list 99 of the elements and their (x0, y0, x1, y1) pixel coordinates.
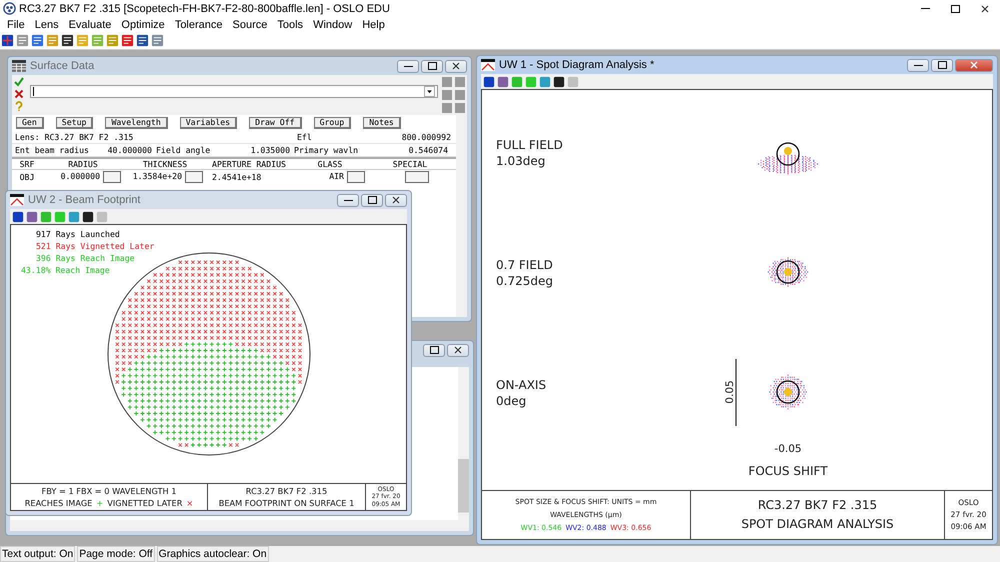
footer-text: FBY = 1 FBX = 0 WAVELENGTH 1 (42, 485, 176, 497)
window-title: RC3.27 BK7 F2 .315 [Scopetech-FH-BK7-F2-80-800baffle.len] - OSLO EDU (19, 2, 390, 14)
menu-item[interactable]: Optimize (116, 18, 170, 30)
efl-label: Efl (297, 132, 312, 142)
field-label: FULL FIELD (496, 138, 563, 152)
column-header: THICKNESS (142, 159, 188, 169)
table-cell: 0.000000 (60, 171, 100, 183)
restore-button[interactable] (421, 60, 443, 72)
table-icon (12, 60, 26, 72)
ray-statistic: 43.18% Reach Image (21, 265, 110, 275)
field-angle: 1.03deg (496, 154, 546, 168)
toolbar-button[interactable]: Group (314, 117, 352, 129)
spot-diagram-drawing (758, 142, 818, 174)
menu-item[interactable]: Source (228, 18, 272, 30)
cell-button[interactable] (347, 171, 365, 183)
close-button[interactable] (385, 194, 407, 206)
cell-button[interactable] (405, 171, 429, 183)
ray-statistic: 396 Rays Reach Image (36, 253, 135, 263)
close-icon (452, 62, 460, 70)
window-title: UW 2 - Beam Footprint (28, 194, 140, 206)
close-icon (981, 4, 989, 12)
close-button[interactable] (445, 60, 467, 72)
field-value: 40.000000 (108, 145, 152, 155)
footer-text: RC3.27 BK7 F2 .315 (758, 497, 878, 514)
field-value: 1.035000 (250, 145, 290, 155)
column-header: SPECIAL (392, 159, 428, 169)
column-header: GLASS (316, 159, 344, 169)
legend-marker: + (96, 497, 104, 509)
legend-label: REACHES IMAGE (24, 497, 92, 509)
close-button[interactable] (955, 58, 993, 72)
lens-name: Lens: RC3.27 BK7 F2 .315 (14, 132, 134, 142)
scrollbar[interactable] (458, 367, 469, 520)
field-angle: 0deg (496, 394, 526, 408)
toolbar-button[interactable]: Variables (180, 117, 238, 129)
cell-button[interactable] (185, 171, 203, 183)
toolbar-button[interactable]: Notes (363, 117, 401, 129)
table-cell: AIR (329, 171, 344, 183)
scale-bar (735, 359, 737, 426)
toolbar-button[interactable]: Wavelength (105, 117, 168, 129)
app-icon (3, 2, 16, 15)
ray-statistic: 521 Rays Vignetted Later (36, 241, 154, 251)
minimize-button[interactable] (337, 194, 359, 206)
menu-item[interactable]: Evaluate (64, 18, 116, 30)
close-icon (454, 346, 462, 354)
table-cell: 2.4541e+18 (212, 172, 262, 182)
graph-window-icon (481, 59, 495, 71)
graph-window-icon (10, 194, 24, 206)
toolbar-button[interactable]: Setup (56, 117, 94, 129)
close-icon (392, 196, 400, 204)
spot-diagram-drawing (769, 374, 807, 410)
axis-label: FOCUS SHIFT (748, 464, 828, 478)
spot-diagram-drawing (768, 257, 808, 287)
column-header: SRF (18, 159, 36, 169)
legend-label: VIGNETTED LATER (107, 497, 182, 509)
field-label: ON-AXIS (496, 378, 546, 392)
close-icon (970, 61, 978, 69)
checkmark-icon[interactable] (14, 77, 24, 87)
close-button[interactable] (447, 344, 469, 356)
ray-statistic: 917 Rays Launched (36, 229, 120, 239)
menu-item[interactable]: File (2, 18, 30, 30)
menu-item[interactable]: Tools (272, 18, 308, 30)
restore-button[interactable] (361, 194, 383, 206)
cross-icon[interactable] (14, 89, 24, 99)
column-header: RADIUS (67, 159, 99, 169)
restore-button[interactable] (931, 58, 953, 72)
status-text: Text output: On (0, 546, 76, 562)
minimize-button[interactable] (397, 60, 419, 72)
scale-label: 0.05 (724, 380, 736, 404)
minimize-button[interactable] (907, 58, 929, 72)
command-field[interactable] (30, 85, 438, 98)
field-label: Field angle (156, 145, 210, 155)
window-title: Surface Data (30, 60, 94, 72)
footer-text: BEAM FOOTPRINT ON SURFACE 1 (218, 497, 354, 509)
status-text: Graphics autoclear: On (156, 546, 269, 562)
efl-value: 800.000992 (402, 132, 451, 142)
table-cell: 1.3584e+20 (132, 171, 182, 183)
menu-item[interactable]: Lens (30, 18, 64, 30)
menu-item[interactable]: Help (357, 18, 390, 30)
field-value: 0.546074 (408, 145, 448, 155)
field-angle: 0.725deg (496, 274, 553, 288)
footer-text: SPOT DIAGRAM ANALYSIS (741, 516, 894, 533)
column-header: APERTURE RADIUS (211, 159, 287, 169)
restore-button[interactable] (423, 344, 445, 356)
scrollbar[interactable] (10, 520, 469, 531)
field-label: Primary wavln (294, 145, 358, 155)
toolbar-button[interactable]: Draw Off (249, 117, 302, 129)
window-title: UW 1 - Spot Diagram Analysis * (499, 59, 654, 71)
field-label: Ent beam radius (15, 145, 89, 155)
menu-item[interactable]: Tolerance (170, 18, 228, 30)
menu-item[interactable]: Window (308, 18, 358, 30)
legend-marker: × (186, 497, 194, 509)
status-text: Page mode: Off (77, 546, 155, 562)
cell-button[interactable] (103, 171, 121, 183)
footer-text: RC3.27 BK7 F2 .315 (246, 485, 328, 497)
table-cell-text: OBJ (18, 172, 36, 182)
focus-value: -0.05 (774, 443, 802, 455)
scrollbar[interactable] (456, 115, 467, 317)
toolbar-button[interactable]: Gen (16, 117, 44, 129)
field-label: 0.7 FIELD (496, 258, 553, 272)
